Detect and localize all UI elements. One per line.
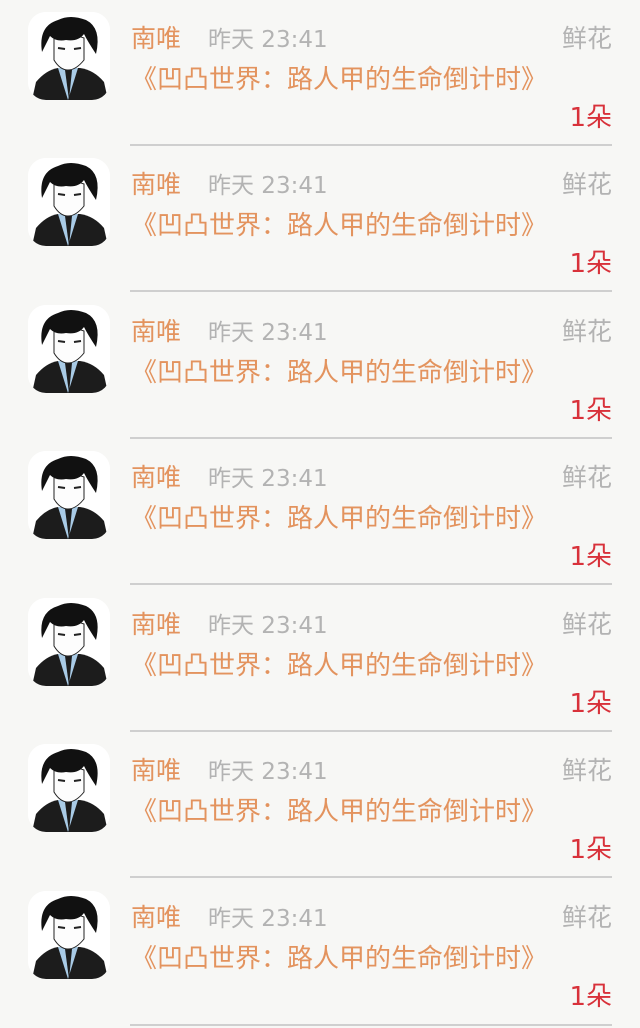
timestamp: 昨天 23:41	[208, 27, 328, 53]
sender-name[interactable]: 南唯	[131, 315, 181, 349]
gift-count: 1朵	[569, 396, 612, 426]
timestamp: 昨天 23:41	[208, 173, 328, 199]
book-title-link[interactable]: 《凹凸世界：路人甲的生命倒计时》	[131, 62, 556, 99]
sender-name[interactable]: 南唯	[131, 461, 181, 495]
divider	[130, 1024, 612, 1026]
sender-name[interactable]: 南唯	[131, 608, 181, 642]
avatar[interactable]	[28, 305, 110, 393]
sender-name[interactable]: 南唯	[131, 168, 181, 202]
anime-avatar-icon	[28, 305, 110, 393]
avatar[interactable]	[28, 451, 110, 539]
anime-avatar-icon	[28, 744, 110, 832]
gift-count: 1朵	[569, 542, 612, 572]
sender-name[interactable]: 南唯	[131, 754, 181, 788]
gift-count: 1朵	[569, 689, 612, 719]
avatar[interactable]	[28, 744, 110, 832]
timestamp: 昨天 23:41	[208, 466, 328, 492]
list-item[interactable]: 南唯 昨天 23:41 鲜花 《凹凸世界：路人甲的生命倒计时》 1朵	[0, 146, 640, 292]
book-title-link[interactable]: 《凹凸世界：路人甲的生命倒计时》	[131, 501, 556, 538]
gift-record-list: 南唯 昨天 23:41 鲜花 《凹凸世界：路人甲的生命倒计时》 1朵 南唯 昨天…	[0, 0, 640, 1028]
book-title-link[interactable]: 《凹凸世界：路人甲的生命倒计时》	[131, 648, 556, 685]
gift-type: 鲜花	[561, 317, 612, 346]
gift-count: 1朵	[569, 103, 612, 133]
gift-type: 鲜花	[561, 24, 612, 53]
list-item[interactable]: 南唯 昨天 23:41 鲜花 《凹凸世界：路人甲的生命倒计时》 1朵	[0, 879, 640, 1026]
book-title-link[interactable]: 《凹凸世界：路人甲的生命倒计时》	[131, 355, 556, 392]
anime-avatar-icon	[28, 158, 110, 246]
timestamp: 昨天 23:41	[208, 759, 328, 785]
gift-type: 鲜花	[561, 756, 612, 785]
avatar[interactable]	[28, 12, 110, 100]
gift-count: 1朵	[569, 835, 612, 865]
timestamp: 昨天 23:41	[208, 320, 328, 346]
gift-count: 1朵	[569, 982, 612, 1012]
divider	[130, 290, 612, 292]
list-item[interactable]: 南唯 昨天 23:41 鲜花 《凹凸世界：路人甲的生命倒计时》 1朵	[0, 732, 640, 878]
anime-avatar-icon	[28, 598, 110, 686]
list-item[interactable]: 南唯 昨天 23:41 鲜花 《凹凸世界：路人甲的生命倒计时》 1朵	[0, 439, 640, 585]
anime-avatar-icon	[28, 891, 110, 979]
book-title-link[interactable]: 《凹凸世界：路人甲的生命倒计时》	[131, 208, 556, 245]
gift-count: 1朵	[569, 249, 612, 279]
list-item[interactable]: 南唯 昨天 23:41 鲜花 《凹凸世界：路人甲的生命倒计时》 1朵	[0, 293, 640, 439]
avatar[interactable]	[28, 891, 110, 979]
sender-name[interactable]: 南唯	[131, 22, 181, 56]
anime-avatar-icon	[28, 12, 110, 100]
timestamp: 昨天 23:41	[208, 906, 328, 932]
gift-type: 鲜花	[561, 903, 612, 932]
avatar[interactable]	[28, 598, 110, 686]
gift-type: 鲜花	[561, 610, 612, 639]
list-item[interactable]: 南唯 昨天 23:41 鲜花 《凹凸世界：路人甲的生命倒计时》 1朵	[0, 586, 640, 732]
book-title-link[interactable]: 《凹凸世界：路人甲的生命倒计时》	[131, 941, 556, 978]
gift-type: 鲜花	[561, 463, 612, 492]
avatar[interactable]	[28, 158, 110, 246]
divider	[130, 876, 612, 878]
divider	[130, 583, 612, 585]
gift-type: 鲜花	[561, 170, 612, 199]
anime-avatar-icon	[28, 451, 110, 539]
sender-name[interactable]: 南唯	[131, 901, 181, 935]
book-title-link[interactable]: 《凹凸世界：路人甲的生命倒计时》	[131, 794, 556, 831]
list-item[interactable]: 南唯 昨天 23:41 鲜花 《凹凸世界：路人甲的生命倒计时》 1朵	[0, 0, 640, 146]
timestamp: 昨天 23:41	[208, 613, 328, 639]
